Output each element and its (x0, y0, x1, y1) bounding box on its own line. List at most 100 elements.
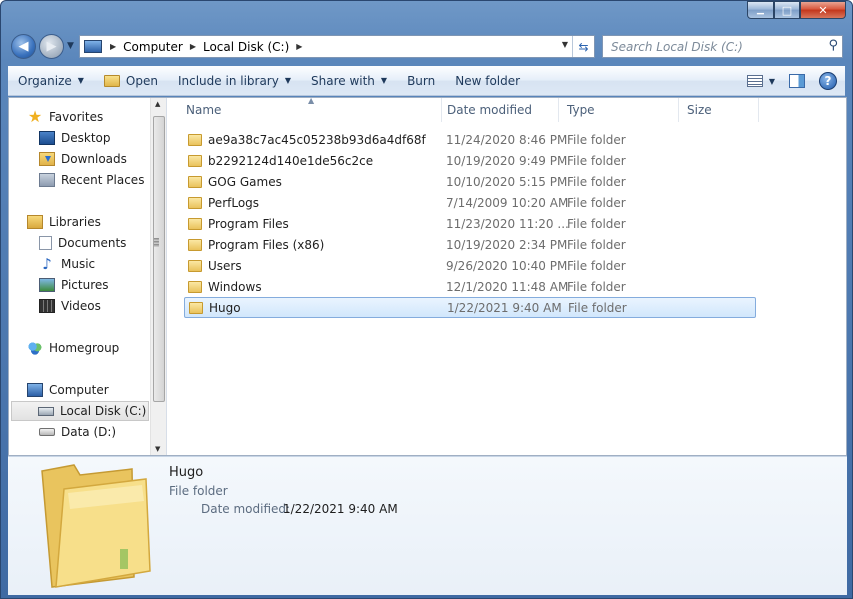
file-type: File folder (567, 174, 626, 189)
computer-icon (27, 383, 43, 397)
folder-icon (188, 196, 202, 209)
share-with-label: Share with (311, 73, 375, 88)
close-button[interactable]: ✕ (800, 1, 846, 19)
help-icon[interactable]: ? (819, 72, 837, 90)
breadcrumb-chevron-icon[interactable]: ▶ (296, 42, 302, 51)
organize-label: Organize (18, 73, 72, 88)
nav-item-computer[interactable]: Computer (27, 380, 109, 400)
column-date-modified[interactable]: Date modified (439, 98, 559, 122)
minimize-icon: ▁ (757, 5, 764, 15)
table-row[interactable]: Program Files (x86) 10/19/2020 2:34 PM Fil… (184, 234, 756, 255)
view-options-chevron-icon[interactable]: ▼ (769, 77, 775, 86)
recent-places-icon (39, 173, 55, 187)
folder-icon (189, 301, 203, 314)
nav-item-pictures[interactable]: Pictures (39, 275, 109, 295)
folder-icon (188, 259, 202, 272)
back-button[interactable]: ◀ (11, 34, 36, 59)
nav-item-local-disk[interactable]: Local Disk (C:) (11, 401, 149, 421)
open-button[interactable]: Open (94, 66, 168, 95)
table-row[interactable]: Hugo 1/22/2021 9:40 AM File folder (184, 297, 756, 318)
breadcrumb-computer[interactable]: Computer (123, 40, 183, 54)
forward-button[interactable]: ▶ (39, 34, 64, 59)
nav-item-videos[interactable]: Videos (39, 296, 101, 316)
file-type: File folder (567, 216, 626, 231)
nav-scrollbar[interactable]: ▲ ═ ═ ═ ▼ (150, 98, 166, 455)
command-bar: Organize ▼ Open Include in library ▼ Share… (8, 66, 845, 96)
refresh-button[interactable]: ⇆ (572, 36, 594, 57)
scroll-up-icon[interactable]: ▲ (155, 100, 160, 108)
table-row[interactable]: Program Files 11/23/2020 11:20 ... File fo… (184, 213, 756, 234)
folder-icon (188, 217, 202, 230)
star-icon: ★ (27, 107, 43, 126)
column-size[interactable]: Size (679, 98, 759, 122)
breadcrumb-chevron-icon[interactable]: ▶ (110, 42, 116, 51)
minimize-button[interactable]: ▁ (747, 1, 774, 19)
organize-button[interactable]: Organize ▼ (8, 66, 94, 95)
nav-item-homegroup[interactable]: Homegroup (27, 338, 119, 358)
nav-label: Recent Places (61, 173, 145, 187)
folder-large-icon (41, 464, 151, 588)
search-icon[interactable]: ⚲ (828, 38, 838, 53)
nav-item-recent-places[interactable]: Recent Places (39, 170, 144, 190)
nav-label: Homegroup (49, 341, 120, 355)
file-type: File folder (567, 153, 626, 168)
nav-item-desktop[interactable]: Desktop (39, 128, 111, 148)
column-type[interactable]: Type (559, 98, 679, 122)
maximize-icon: □ (781, 3, 793, 17)
breadcrumb-local-disk[interactable]: Local Disk (C:) (203, 40, 289, 54)
computer-icon (84, 40, 102, 53)
file-type: File folder (567, 237, 626, 252)
include-in-library-button[interactable]: Include in library ▼ (168, 66, 301, 95)
file-type: File folder (567, 279, 626, 294)
nav-item-documents[interactable]: Documents (39, 233, 126, 253)
address-bar[interactable]: ▶ Computer ▶ Local Disk (C:) ▶ ▼ ⇆ (79, 35, 595, 58)
breadcrumb-chevron-icon[interactable]: ▶ (190, 42, 196, 51)
folder-icon (188, 175, 202, 188)
table-row[interactable]: GOG Games 10/10/2020 5:15 PM File folder (184, 171, 756, 192)
table-row[interactable]: PerfLogs 7/14/2009 10:20 AM File folder (184, 192, 756, 213)
table-row[interactable]: Windows 12/1/2020 11:48 AM File folder (184, 276, 756, 297)
nav-item-favorites[interactable]: ★ Favorites (27, 107, 103, 127)
file-date-modified: 7/14/2009 10:20 AM (446, 195, 569, 210)
nav-label: Data (D:) (61, 425, 117, 439)
table-row[interactable]: b2292124d140e1de56c2ce 10/19/2020 9:49 PM… (184, 150, 756, 171)
nav-item-downloads[interactable]: Downloads (39, 149, 127, 169)
file-name: PerfLogs (208, 195, 260, 210)
scroll-down-icon[interactable]: ▼ (155, 445, 160, 453)
preview-pane-icon[interactable] (789, 74, 805, 88)
maximize-button[interactable]: □ (774, 1, 800, 19)
share-with-button[interactable]: Share with ▼ (301, 66, 397, 95)
nav-label: Downloads (61, 152, 127, 166)
libraries-icon (27, 215, 43, 229)
file-date-modified: 1/22/2021 9:40 AM (447, 300, 562, 315)
new-folder-button[interactable]: New folder (445, 66, 530, 95)
burn-button[interactable]: Burn (397, 66, 445, 95)
scroll-grip-icon: ═ ═ ═ (154, 235, 159, 250)
scroll-thumb[interactable] (153, 116, 165, 402)
open-folder-icon (103, 74, 120, 87)
table-row[interactable]: Users 9/26/2020 10:40 PM File folder (184, 255, 756, 276)
nav-label: Libraries (49, 215, 101, 229)
videos-icon (39, 299, 55, 313)
details-date-label: Date modified: (201, 502, 291, 516)
toolbar-right: ▼ ? (746, 66, 837, 96)
table-row[interactable]: ae9a38c7ac45c05238b93d6a4df68f 11/24/2020… (184, 129, 756, 150)
change-view-icon[interactable] (746, 75, 763, 87)
address-dropdown-icon[interactable]: ▼ (562, 40, 568, 49)
explorer-window: ▁ □ ✕ ◀ ▶ ▼ ▶ Computer ▶ Local Disk (C:)… (0, 0, 853, 599)
nav-item-libraries[interactable]: Libraries (27, 212, 101, 232)
nav-item-music[interactable]: ♪ Music (39, 254, 95, 274)
file-name: b2292124d140e1de56c2ce (208, 153, 374, 168)
nav-label: Videos (61, 299, 101, 313)
file-name: Users (208, 258, 242, 273)
nav-label: Music (61, 257, 96, 271)
search-input[interactable]: Search Local Disk (C:) (611, 40, 743, 54)
search-box[interactable]: Search Local Disk (C:) ⚲ (602, 35, 843, 58)
recent-pages-dropdown[interactable]: ▼ (67, 41, 74, 51)
nav-label: Desktop (61, 131, 111, 145)
nav-item-data-disk[interactable]: Data (D:) (39, 422, 116, 442)
folder-icon (188, 238, 202, 251)
column-name[interactable]: Name (178, 98, 442, 122)
navigation-bar: ◀ ▶ ▼ ▶ Computer ▶ Local Disk (C:) ▶ ▼ ⇆… (1, 31, 852, 63)
refresh-icon: ⇆ (578, 39, 589, 54)
